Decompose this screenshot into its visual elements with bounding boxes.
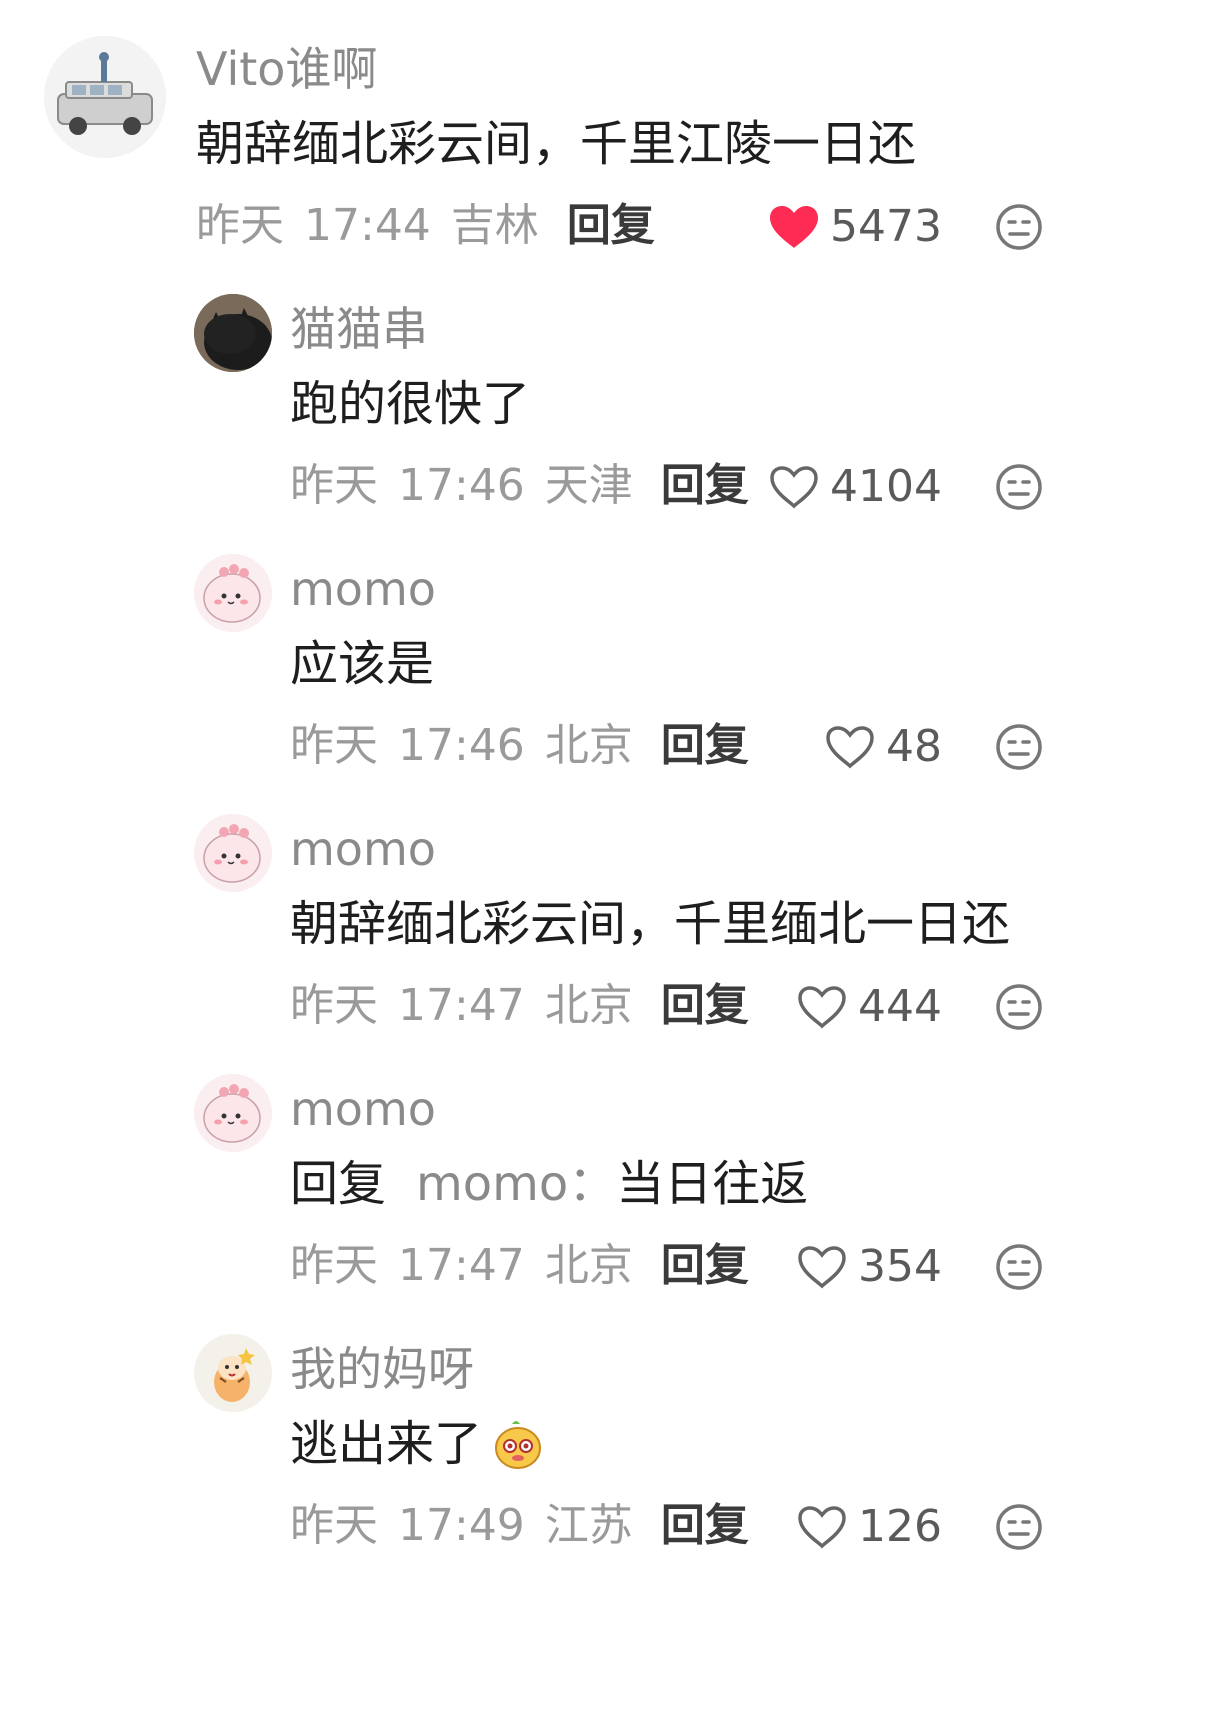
- like-count: 5473: [830, 201, 942, 252]
- suv-car-avatar-icon: [44, 36, 166, 158]
- comment-date: 昨天: [290, 980, 378, 1031]
- heart-outline-icon: [798, 1246, 846, 1289]
- like-count: 354: [858, 1241, 942, 1292]
- heart-outline-icon: [826, 726, 874, 769]
- reply-body: 当日往返: [616, 1156, 809, 1212]
- comment-meta: 昨天 17:47 北京 回复: [290, 984, 749, 1028]
- like-count: 48: [886, 721, 942, 772]
- meh-face-icon: [996, 464, 1042, 510]
- meh-face-icon: [996, 204, 1042, 250]
- comment-location: 北京: [544, 720, 633, 771]
- comment-meta: 昨天 17:46 北京 回复: [290, 724, 749, 768]
- comment-time: 17:47: [398, 1240, 525, 1291]
- dislike-button[interactable]: [994, 462, 1044, 512]
- like-button[interactable]: 354: [796, 1240, 942, 1294]
- comment-location: 天津: [544, 460, 633, 511]
- username[interactable]: 我的妈呀: [290, 1346, 474, 1392]
- comment-text: 回复 momo：当日往返: [290, 1160, 808, 1208]
- reply-button[interactable]: 回复: [661, 1240, 749, 1291]
- meh-face-icon: [996, 724, 1042, 770]
- dislike-button[interactable]: [994, 202, 1044, 252]
- comment-text: 朝辞缅北彩云间，千里江陵一日还: [196, 116, 917, 172]
- username[interactable]: momo: [290, 826, 436, 872]
- dislike-button[interactable]: [994, 722, 1044, 772]
- reply-prefix: 回复: [290, 1156, 387, 1212]
- reply-button[interactable]: 回复: [661, 1500, 749, 1551]
- comment-location: 江苏: [544, 1500, 633, 1551]
- comment-item: momo 应该是 昨天 17:46 北京 回复 48: [0, 530, 1220, 790]
- reply-button[interactable]: 回复: [661, 720, 749, 771]
- reply-button[interactable]: 回复: [661, 460, 749, 511]
- reply-target-user[interactable]: momo：: [416, 1156, 616, 1212]
- like-button[interactable]: 48: [824, 720, 942, 774]
- username[interactable]: Vito谁啊: [196, 46, 377, 92]
- user-avatar[interactable]: [44, 36, 166, 158]
- comment-item: Vito谁啊 朝辞缅北彩云间，千里江陵一日还 昨天 17:44 吉林 回复 5473: [0, 0, 1220, 270]
- pink-cartoon-avatar-icon: [194, 554, 272, 632]
- like-count: 4104: [830, 461, 942, 512]
- comment-date: 昨天: [290, 1500, 378, 1551]
- like-button[interactable]: 5473: [768, 200, 942, 254]
- like-button[interactable]: 444: [796, 980, 942, 1034]
- pink-cartoon-avatar-icon: [194, 814, 272, 892]
- dislike-button[interactable]: [994, 982, 1044, 1032]
- meh-face-icon: [996, 984, 1042, 1030]
- username[interactable]: momo: [290, 566, 436, 612]
- heart-outline-icon: [798, 986, 846, 1029]
- comment-location: 吉林: [450, 200, 539, 251]
- like-count: 444: [858, 981, 942, 1032]
- comment-item: momo 朝辞缅北彩云间，千里缅北一日还 昨天 17:47 北京 回复 444: [0, 790, 1220, 1050]
- user-avatar[interactable]: [194, 294, 272, 372]
- comment-item: 猫猫串 跑的很快了 昨天 17:46 天津 回复 4104: [0, 270, 1220, 530]
- comment-location: 北京: [544, 980, 633, 1031]
- like-count: 126: [858, 1501, 942, 1552]
- comment-text: 跑的很快了: [290, 376, 531, 432]
- reply-button[interactable]: 回复: [661, 980, 749, 1031]
- comment-date: 昨天: [290, 460, 378, 511]
- username[interactable]: momo: [290, 1086, 436, 1132]
- comment-location: 北京: [544, 1240, 633, 1291]
- user-avatar[interactable]: [194, 1334, 272, 1412]
- heart-outline-icon: [770, 466, 818, 509]
- sticker-emoji-icon: [490, 1416, 546, 1472]
- user-avatar[interactable]: [194, 814, 272, 892]
- comment-text: 逃出来了: [290, 1416, 546, 1472]
- pink-cartoon-avatar-icon: [194, 1074, 272, 1152]
- comment-time: 17:47: [398, 980, 525, 1031]
- reply-button[interactable]: 回复: [567, 200, 655, 251]
- like-button[interactable]: 4104: [768, 460, 942, 514]
- comment-meta: 昨天 17:44 吉林 回复: [196, 204, 655, 248]
- comment-time: 17:46: [398, 720, 525, 771]
- comment-date: 昨天: [290, 720, 378, 771]
- comment-meta: 昨天 17:49 江苏 回复: [290, 1504, 749, 1548]
- username[interactable]: 猫猫串: [290, 306, 428, 352]
- dislike-button[interactable]: [994, 1242, 1044, 1292]
- heart-outline-icon: [798, 1506, 846, 1549]
- dislike-button[interactable]: [994, 1502, 1044, 1552]
- comment-text: 朝辞缅北彩云间，千里缅北一日还: [290, 896, 1011, 952]
- meh-face-icon: [996, 1244, 1042, 1290]
- comment-item: momo 回复 momo：当日往返 昨天 17:47 北京 回复 354: [0, 1050, 1220, 1310]
- comment-time: 17:46: [398, 460, 525, 511]
- comment-time: 17:44: [304, 200, 431, 251]
- user-avatar[interactable]: [194, 1074, 272, 1152]
- comment-meta: 昨天 17:46 天津 回复: [290, 464, 749, 508]
- heart-filled-icon: [770, 206, 819, 248]
- like-button[interactable]: 126: [796, 1500, 942, 1554]
- meh-face-icon: [996, 1504, 1042, 1550]
- comment-meta: 昨天 17:47 北京 回复: [290, 1244, 749, 1288]
- user-avatar[interactable]: [194, 554, 272, 632]
- cartoon-tiger-avatar-icon: [194, 1334, 272, 1412]
- comment-date: 昨天: [290, 1240, 378, 1291]
- comment-time: 17:49: [398, 1500, 525, 1551]
- black-cat-avatar-icon: [194, 294, 272, 372]
- comment-item: 我的妈呀 逃出来了 昨天 17:49 江苏 回复 126: [0, 1310, 1220, 1600]
- comment-date: 昨天: [196, 200, 284, 251]
- comment-body: 逃出来了: [290, 1416, 483, 1472]
- comment-text: 应该是: [290, 636, 435, 692]
